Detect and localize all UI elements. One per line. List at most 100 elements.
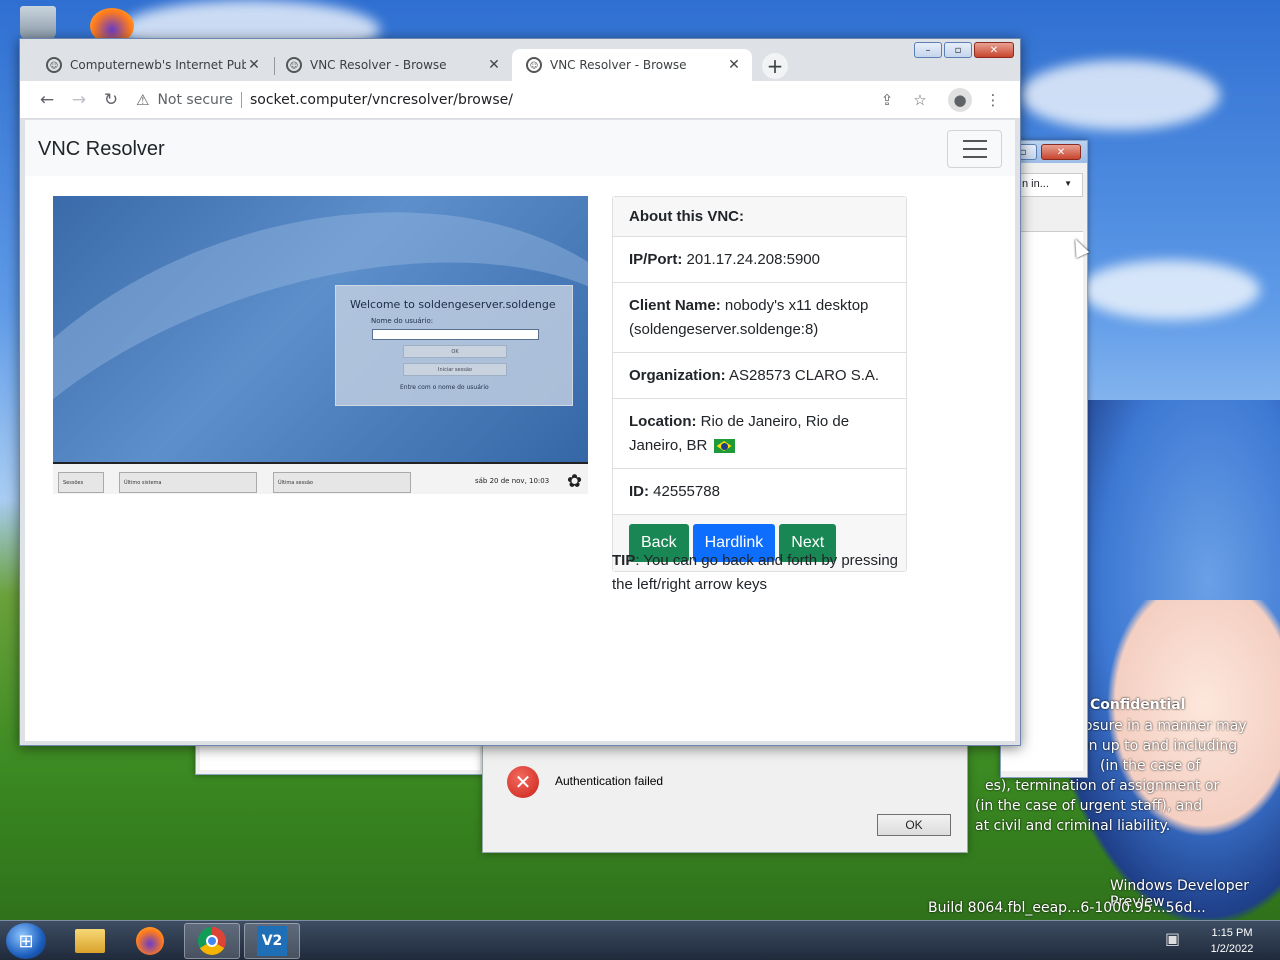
confidential-line: losure in a manner may <box>1080 718 1247 734</box>
organization-value: AS28573 CLARO S.A. <box>729 367 880 384</box>
network-tray-icon[interactable]: ▣ <box>1165 929 1180 948</box>
new-tab-button[interactable]: + <box>762 53 788 79</box>
vnc-desktop: Welcome to soldengeserver.soldenge Nome … <box>53 196 588 462</box>
back-arrow-icon[interactable]: ← <box>36 89 58 111</box>
bookmark-star-icon[interactable]: ☆ <box>909 89 931 111</box>
browser-window: ☺ Computernewb's Internet Pub H ✕ ☺ VNC … <box>19 38 1021 746</box>
recycle-bin-icon[interactable] <box>20 6 56 40</box>
chrome-icon[interactable] <box>184 923 240 959</box>
ip-port-label: IP/Port: <box>629 251 683 268</box>
tab-strip: ☺ Computernewb's Internet Pub H ✕ ☺ VNC … <box>20 39 1020 81</box>
forward-arrow-icon[interactable]: → <box>68 89 90 111</box>
tab-title: VNC Resolver - Browse <box>310 58 447 72</box>
dialog-ok-button[interactable]: OK <box>877 814 951 836</box>
confidential-line: es), termination of assignment or <box>985 778 1220 794</box>
hamburger-line <box>962 156 987 158</box>
chevron-down-icon: ▼ <box>1064 179 1072 188</box>
taskbar-clock[interactable]: 1:15 PM 1/2/2022 <box>1197 925 1267 957</box>
maximize-button[interactable]: ▫ <box>944 42 972 58</box>
dialog-message: Authentication failed <box>555 774 664 788</box>
reload-icon[interactable]: ↻ <box>100 89 122 111</box>
vnc-ok-button: OK <box>403 345 507 358</box>
clock-time: 1:15 PM <box>1211 927 1253 939</box>
confidential-line: (in the case of urgent staff), and <box>975 798 1203 814</box>
vnc-last-session-select: Última sessão <box>273 472 411 493</box>
site-navbar: VNC Resolver <box>25 120 1015 176</box>
file-explorer-icon[interactable] <box>62 923 118 959</box>
client-name-row: Client Name: nobody's x11 desktop (solde… <box>613 283 906 353</box>
vnc-start-session-button: Iniciar sessão <box>403 363 507 376</box>
confidential-title: Confidential <box>1090 697 1186 713</box>
close-tab-icon[interactable]: ✕ <box>246 57 262 73</box>
firefox-icon[interactable] <box>122 923 178 959</box>
site-brand[interactable]: VNC Resolver <box>38 138 165 161</box>
vnc-bottom-bar: Sessões Último sistema Última sessão sáb… <box>53 462 588 494</box>
ip-port-value: 201.17.24.208:5900 <box>686 251 820 268</box>
tab-vnc-resolver-active[interactable]: ☺ VNC Resolver - Browse ✕ <box>512 49 752 81</box>
window-controls: – ▫ ✕ <box>914 42 1014 58</box>
client-name-label: Client Name: <box>629 297 721 314</box>
tab-title: VNC Resolver - Browse <box>550 58 687 72</box>
site-favicon-icon: ☺ <box>46 57 62 73</box>
tip-label: TIP <box>612 552 636 569</box>
site-favicon-icon: ☺ <box>526 57 542 73</box>
id-value: 42555788 <box>653 483 720 500</box>
location-row: Location: Rio de Janeiro, Rio de Janeiro… <box>613 399 906 469</box>
clock-date: 1/2/2022 <box>1210 943 1254 955</box>
gnome-foot-icon: ✿ <box>567 471 583 492</box>
organization-row: Organization: AS28573 CLARO S.A. <box>613 353 906 399</box>
brazil-flag-icon <box>713 439 735 454</box>
confidential-line: on up to and including <box>1080 738 1238 754</box>
card-header: About this VNC: <box>613 197 906 237</box>
menu-kebab-icon[interactable]: ⋮ <box>982 89 1004 111</box>
start-button[interactable]: ⊞ <box>6 923 46 959</box>
auth-failed-dialog: ✕ Authentication failed OK <box>482 745 968 853</box>
confidential-line: at civil and criminal liability. <box>975 818 1171 834</box>
warning-icon[interactable]: ⚠ <box>136 91 149 109</box>
page-viewport: VNC Resolver Welcome to soldengeserver.s… <box>25 120 1015 741</box>
close-window-button[interactable]: ✕ <box>974 42 1014 58</box>
profile-icon[interactable]: ● <box>948 88 972 112</box>
vnc-username-field <box>372 329 539 340</box>
location-label: Location: <box>629 413 697 430</box>
navbar-toggler-button[interactable] <box>947 130 1002 168</box>
omnibox-divider <box>240 92 242 108</box>
vnc-screenshot: Welcome to soldengeserver.soldenge Nome … <box>53 196 588 494</box>
cloud <box>1080 260 1260 320</box>
url-text[interactable]: socket.computer/vncresolver/browse/ <box>250 92 513 108</box>
cloud <box>1020 60 1220 130</box>
confidential-line: (in the case of <box>1100 758 1201 774</box>
browser-toolbar: ← → ↻ ⚠ Not secure socket.computer/vncre… <box>20 81 1020 119</box>
tab-vnc-resolver[interactable]: ☺ VNC Resolver - Browse ✕ <box>272 49 512 81</box>
close-tab-icon[interactable]: ✕ <box>486 57 502 73</box>
organization-label: Organization: <box>629 367 726 384</box>
site-favicon-icon: ☺ <box>286 57 302 73</box>
tip-text: TIP: You can go back and forth by pressi… <box>612 549 902 597</box>
tab-title: Computernewb's Internet Pub H <box>70 58 246 72</box>
address-bar[interactable]: ⚠ Not secure socket.computer/vncresolver… <box>136 87 898 113</box>
background-dropdown-value: n in... <box>1022 178 1049 190</box>
vnc-last-system-select: Último sistema <box>119 472 257 493</box>
vnc-login-hint: Entre com o nome do usuário <box>400 384 489 391</box>
tab-internet-pub[interactable]: ☺ Computernewb's Internet Pub H ✕ <box>32 49 272 81</box>
vnc-sessions-button: Sessões <box>58 472 104 493</box>
build-watermark: Build 8064.fbl_eeap...6-1000.95...56d... <box>928 900 1206 916</box>
hamburger-line <box>962 140 987 142</box>
close-tab-icon[interactable]: ✕ <box>726 57 742 73</box>
vnc-login-box: Welcome to soldengeserver.soldenge Nome … <box>335 285 573 406</box>
vnc-viewer-icon[interactable]: V2 <box>244 923 300 959</box>
id-label: ID: <box>629 483 649 500</box>
hamburger-line <box>962 148 987 150</box>
minimize-button[interactable]: – <box>914 42 942 58</box>
taskbar: ⊞ V2 ▣ 1:15 PM 1/2/2022 <box>0 920 1280 960</box>
not-secure-label[interactable]: Not secure <box>157 92 233 108</box>
error-icon: ✕ <box>507 766 539 798</box>
vnc-username-label: Nome do usuário: <box>371 317 434 325</box>
close-button[interactable]: ✕ <box>1041 144 1081 160</box>
vnc-welcome-text: Welcome to soldengeserver.soldenge <box>350 298 556 311</box>
vnc-clock: sáb 20 de nov, 10:03 <box>475 477 550 485</box>
vnc-info-card: About this VNC: IP/Port: 201.17.24.208:5… <box>612 196 907 572</box>
share-icon[interactable]: ⇪ <box>876 89 898 111</box>
tip-body: : You can go back and forth by pressing … <box>612 552 899 593</box>
ip-port-row: IP/Port: 201.17.24.208:5900 <box>613 237 906 283</box>
